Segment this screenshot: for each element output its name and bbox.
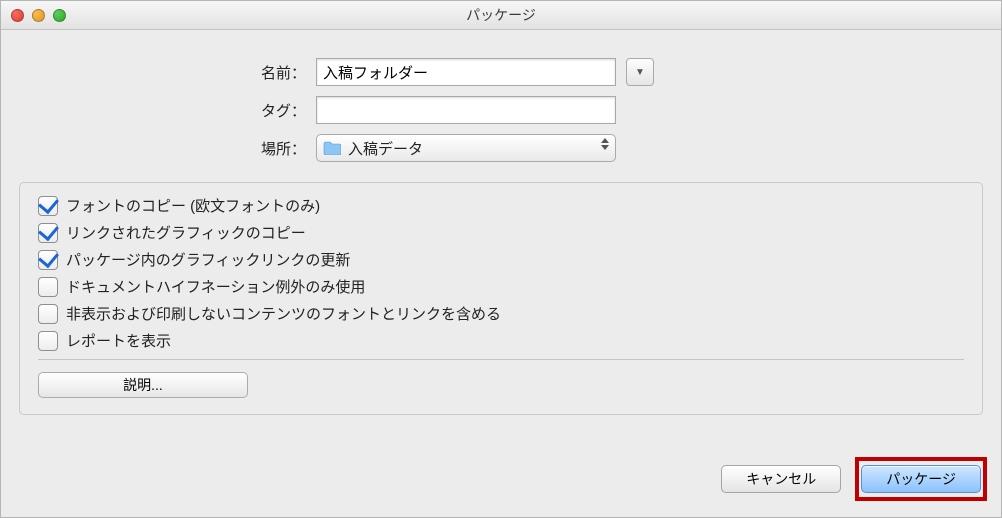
upper-form: 名前： ▼ タグ： 場所： 入稿データ — [1, 30, 1001, 182]
checkbox[interactable] — [38, 250, 58, 270]
tag-row: タグ： — [131, 96, 871, 124]
option-row: フォントのコピー (欧文フォントのみ) — [38, 195, 964, 216]
window-title: パッケージ — [1, 1, 1001, 29]
select-stepper-icon — [601, 138, 609, 150]
tag-label: タグ： — [131, 100, 316, 121]
option-row: リンクされたグラフィックのコピー — [38, 222, 964, 243]
package-button[interactable]: パッケージ — [861, 465, 981, 493]
close-icon[interactable] — [11, 9, 24, 22]
folder-icon — [323, 141, 341, 155]
chevron-down-icon: ▼ — [635, 67, 645, 78]
option-row: パッケージ内のグラフィックリンクの更新 — [38, 249, 964, 270]
description-button[interactable]: 説明... — [38, 372, 248, 398]
option-row: レポートを表示 — [38, 330, 964, 351]
name-row: 名前： ▼ — [131, 58, 871, 86]
option-label: 非表示および印刷しないコンテンツのフォントとリンクを含める — [66, 303, 501, 324]
options-panel: フォントのコピー (欧文フォントのみ) リンクされたグラフィックのコピーパッケージ… — [19, 182, 983, 415]
checkbox[interactable] — [38, 277, 58, 297]
zoom-icon[interactable] — [53, 9, 66, 22]
divider — [38, 359, 964, 360]
option-row: 非表示および印刷しないコンテンツのフォントとリンクを含める — [38, 303, 964, 324]
location-value: 入稿データ — [348, 138, 423, 159]
checkbox[interactable] — [38, 223, 58, 243]
option-label: レポートを表示 — [66, 330, 171, 351]
cancel-button[interactable]: キャンセル — [721, 465, 841, 493]
option-row: ドキュメントハイフネーション例外のみ使用 — [38, 276, 964, 297]
option-label: パッケージ内のグラフィックリンクの更新 — [66, 249, 350, 270]
name-label: 名前： — [131, 62, 316, 83]
footer: キャンセル パッケージ — [721, 457, 987, 501]
name-input[interactable] — [316, 58, 616, 86]
package-dialog: パッケージ 名前： ▼ タグ： 場所： 入稿データ — [0, 0, 1002, 518]
checkbox[interactable] — [38, 331, 58, 351]
tag-input[interactable] — [316, 96, 616, 124]
location-row: 場所： 入稿データ — [131, 134, 871, 162]
expand-button[interactable]: ▼ — [626, 58, 654, 86]
minimize-icon[interactable] — [32, 9, 45, 22]
traffic-lights — [11, 9, 66, 22]
location-label: 場所： — [131, 138, 316, 159]
option-label: フォントのコピー (欧文フォントのみ) — [66, 195, 320, 216]
option-label: ドキュメントハイフネーション例外のみ使用 — [66, 276, 365, 297]
location-select[interactable]: 入稿データ — [316, 134, 616, 162]
option-label: リンクされたグラフィックのコピー — [66, 222, 306, 243]
highlight-frame: パッケージ — [855, 457, 987, 501]
checkbox[interactable] — [38, 304, 58, 324]
titlebar: パッケージ — [1, 1, 1001, 30]
checkbox[interactable] — [38, 196, 58, 216]
